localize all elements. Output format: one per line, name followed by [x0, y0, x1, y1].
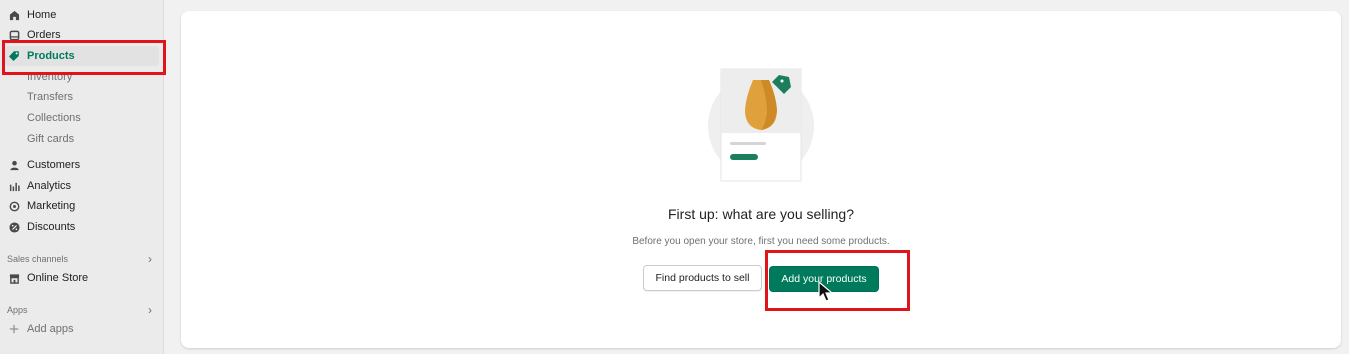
- apps-label: Apps: [7, 305, 28, 315]
- mouse-pointer-icon: [818, 280, 834, 303]
- sidebar-item-label: Discounts: [27, 221, 76, 233]
- sidebar-item-online-store[interactable]: Online Store: [0, 268, 160, 288]
- sidebar-item-collections[interactable]: Collections: [0, 108, 160, 128]
- sidebar-item-add-apps[interactable]: Add apps: [0, 319, 160, 339]
- sidebar-item-label: Analytics: [27, 180, 72, 192]
- sidebar-item-label: Add apps: [27, 323, 74, 335]
- sidebar-item-label: Collections: [27, 112, 81, 124]
- target-icon: [8, 200, 20, 212]
- sales-channels-label: Sales channels: [7, 254, 69, 264]
- sidebar-item-label: Gift cards: [27, 133, 75, 145]
- person-icon: [8, 159, 20, 171]
- sidebar-item-label: Home: [27, 9, 57, 21]
- page-subtitle: Before you open your store, first you ne…: [632, 236, 890, 247]
- sidebar-item-home[interactable]: Home: [0, 5, 160, 25]
- store-icon: [8, 272, 20, 284]
- sidebar-item-label: Marketing: [27, 200, 76, 212]
- sidebar-item-gift-cards[interactable]: Gift cards: [0, 129, 160, 149]
- highlight-box-products: [2, 40, 166, 75]
- sidebar-item-label: Online Store: [27, 272, 89, 284]
- sidebar-item-analytics[interactable]: Analytics: [0, 176, 160, 196]
- sidebar-item-marketing[interactable]: Marketing: [0, 196, 160, 216]
- sidebar-item-transfers[interactable]: Transfers: [0, 87, 160, 107]
- find-products-button[interactable]: Find products to sell: [643, 265, 762, 291]
- sidebar-item-label: Customers: [27, 159, 81, 171]
- empty-state-card: First up: what are you selling? Before y…: [181, 11, 1341, 348]
- bar-chart-icon: [8, 180, 20, 192]
- page-title: First up: what are you selling?: [668, 206, 854, 222]
- product-illustration: [701, 66, 821, 186]
- home-icon: [8, 9, 20, 21]
- sidebar-item-customers[interactable]: Customers: [0, 155, 160, 175]
- chevron-right-icon[interactable]: ›: [148, 252, 152, 266]
- discount-icon: [8, 221, 20, 233]
- chevron-right-icon[interactable]: ›: [148, 303, 152, 317]
- sales-channels-header[interactable]: Sales channels ›: [7, 252, 152, 266]
- apps-header[interactable]: Apps ›: [7, 303, 152, 317]
- plus-icon: [8, 323, 20, 335]
- sidebar-item-discounts[interactable]: Discounts: [0, 217, 160, 237]
- sidebar-item-label: Transfers: [27, 91, 74, 103]
- highlight-box-add-products: [765, 250, 910, 311]
